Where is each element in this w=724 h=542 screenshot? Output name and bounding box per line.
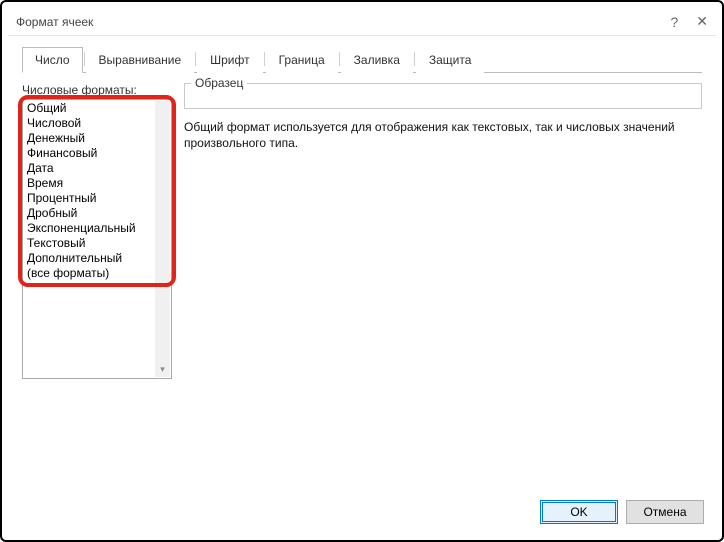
list-item[interactable]: Дробный bbox=[23, 206, 171, 221]
tab-body: Числовые форматы: Общий Числовой Денежны… bbox=[22, 73, 702, 486]
tab-separator bbox=[84, 52, 85, 66]
dialog-content: Число Выравнивание Шрифт Граница Заливка… bbox=[8, 36, 716, 492]
format-description: Общий формат используется для отображени… bbox=[184, 119, 702, 151]
list-item[interactable]: Финансовый bbox=[23, 146, 171, 161]
right-column: Образец Общий формат используется для от… bbox=[184, 83, 702, 486]
titlebar: Формат ячеек ? ✕ bbox=[8, 8, 716, 36]
list-item[interactable]: Общий bbox=[23, 101, 171, 116]
scrollbar[interactable]: ▾ bbox=[155, 101, 170, 377]
list-item[interactable]: Дополнительный bbox=[23, 251, 171, 266]
tab-fill[interactable]: Заливка bbox=[341, 47, 413, 73]
tab-separator bbox=[264, 52, 265, 66]
tab-strip: Число Выравнивание Шрифт Граница Заливка… bbox=[22, 46, 702, 73]
list-item[interactable]: Процентный bbox=[23, 191, 171, 206]
number-format-listbox[interactable]: Общий Числовой Денежный Финансовый Дата … bbox=[22, 99, 172, 379]
tab-font[interactable]: Шрифт bbox=[197, 47, 262, 73]
sample-label: Образец bbox=[191, 76, 247, 90]
tab-separator bbox=[195, 52, 196, 66]
list-item[interactable]: Денежный bbox=[23, 131, 171, 146]
ok-button[interactable]: OK bbox=[540, 500, 618, 524]
tab-separator bbox=[339, 52, 340, 66]
tab-protection[interactable]: Защита bbox=[416, 47, 485, 73]
dialog-title: Формат ячеек bbox=[16, 15, 670, 29]
list-item[interactable]: Экспоненциальный bbox=[23, 221, 171, 236]
list-item[interactable]: Дата bbox=[23, 161, 171, 176]
tab-border[interactable]: Граница bbox=[266, 47, 338, 73]
scroll-down-icon[interactable]: ▾ bbox=[155, 362, 170, 377]
titlebar-actions: ? ✕ bbox=[670, 13, 708, 30]
left-column: Числовые форматы: Общий Числовой Денежны… bbox=[22, 83, 172, 486]
tab-alignment[interactable]: Выравнивание bbox=[86, 47, 195, 73]
list-item[interactable]: (все форматы) bbox=[23, 266, 171, 281]
button-row: OK Отмена bbox=[8, 492, 716, 534]
list-item[interactable]: Числовой bbox=[23, 116, 171, 131]
tab-separator bbox=[414, 52, 415, 66]
listbox-wrap: Общий Числовой Денежный Финансовый Дата … bbox=[22, 99, 172, 486]
format-cells-dialog: Формат ячеек ? ✕ Число Выравнивание Шриф… bbox=[8, 8, 716, 534]
list-item[interactable]: Время bbox=[23, 176, 171, 191]
cancel-button[interactable]: Отмена bbox=[626, 500, 704, 524]
list-item[interactable]: Текстовый bbox=[23, 236, 171, 251]
sample-group: Образец bbox=[184, 83, 702, 109]
screenshot-frame: Формат ячеек ? ✕ Число Выравнивание Шриф… bbox=[0, 0, 724, 542]
format-list-label: Числовые форматы: bbox=[22, 83, 172, 97]
panel-row: Числовые форматы: Общий Числовой Денежны… bbox=[22, 83, 702, 486]
help-icon[interactable]: ? bbox=[670, 14, 678, 30]
close-icon[interactable]: ✕ bbox=[696, 13, 708, 30]
tab-number[interactable]: Число bbox=[22, 47, 83, 73]
